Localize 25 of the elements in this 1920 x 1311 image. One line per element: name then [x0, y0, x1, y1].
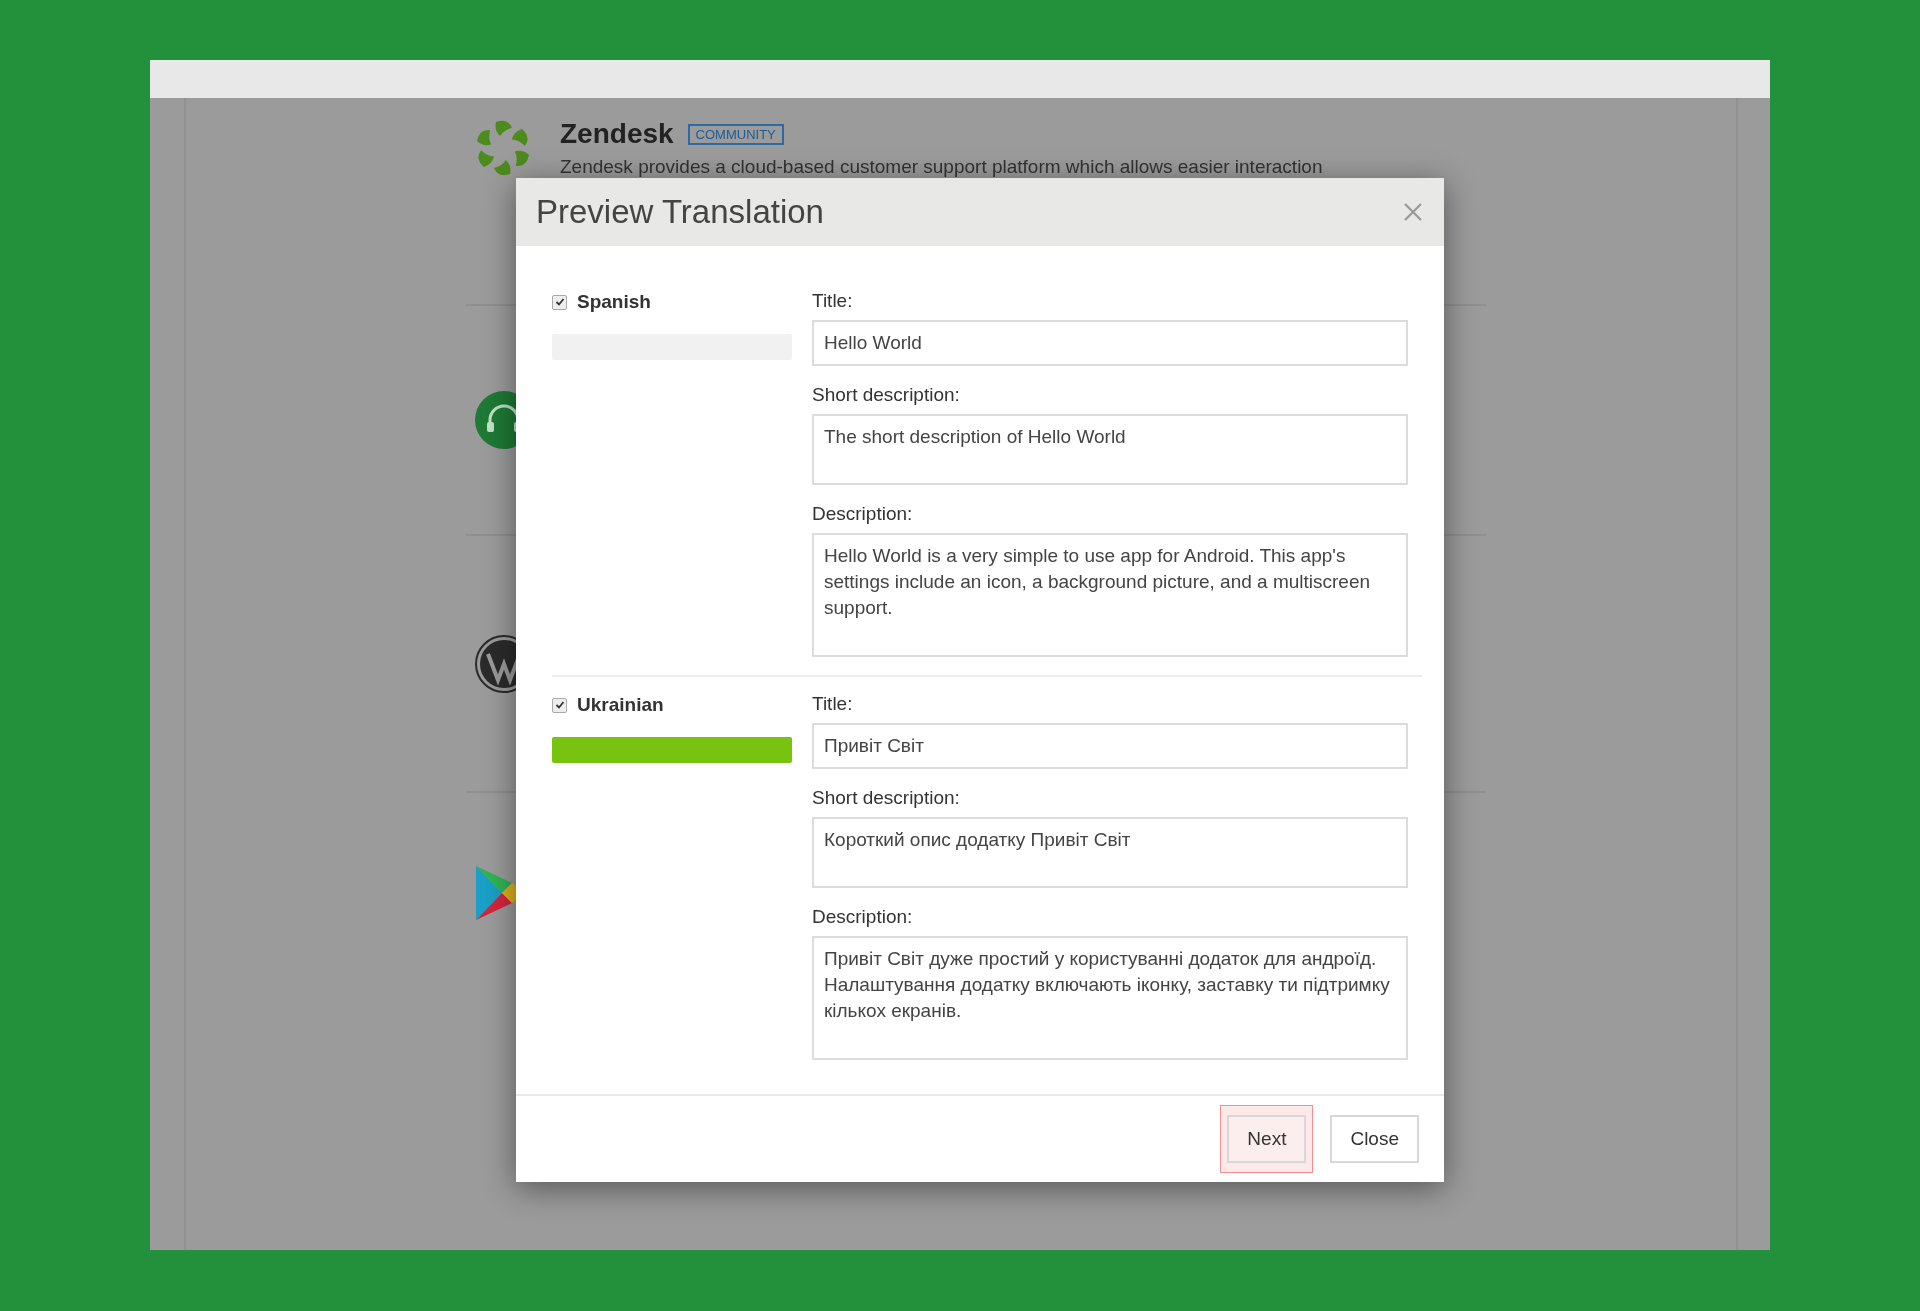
title-field[interactable]: Привіт Світ [812, 723, 1408, 769]
dialog-button[interactable]: Next [1227, 1115, 1307, 1163]
field-label: Title: [812, 290, 854, 312]
field-label: Short description: [812, 384, 961, 406]
short-description-field[interactable]: The short description of Hello World [812, 414, 1408, 485]
field-label: Short description: [812, 787, 961, 809]
checkmark-icon [554, 700, 565, 710]
dialog-title: Preview Translation [536, 193, 824, 231]
checkbox[interactable] [552, 697, 567, 713]
description-field[interactable]: Hello World is a very simple to use app for Android. This app's settings include an icon, a background picture, and a multiscreen support. [812, 533, 1408, 657]
checkmark-icon [554, 297, 565, 307]
app-description: Zendesk provides a cloud-based customer support platform which allows easier interaction [560, 156, 1323, 178]
checkbox[interactable] [552, 294, 567, 310]
language-name: Ukrainian [577, 694, 664, 716]
language-name: Spanish [577, 291, 651, 313]
field-label: Description: [812, 906, 914, 928]
flower-logo-icon [474, 118, 532, 178]
short-description-field[interactable]: Короткий опис додатку Привіт Світ [812, 817, 1408, 888]
community-badge: COMMUNITY [687, 123, 784, 145]
description-field[interactable]: Привіт Світ дуже простий у користуванні додаток для андроїд. Налаштування додатку включають іконку, заставку ти підтримку кількох екранів. [812, 936, 1408, 1060]
field-label: Title: [812, 693, 854, 715]
title-field[interactable]: Hello World [812, 320, 1408, 366]
dialog-button[interactable]: Close [1330, 1115, 1419, 1163]
field-label: Description: [812, 503, 914, 525]
app-name: Zendesk [560, 118, 674, 150]
